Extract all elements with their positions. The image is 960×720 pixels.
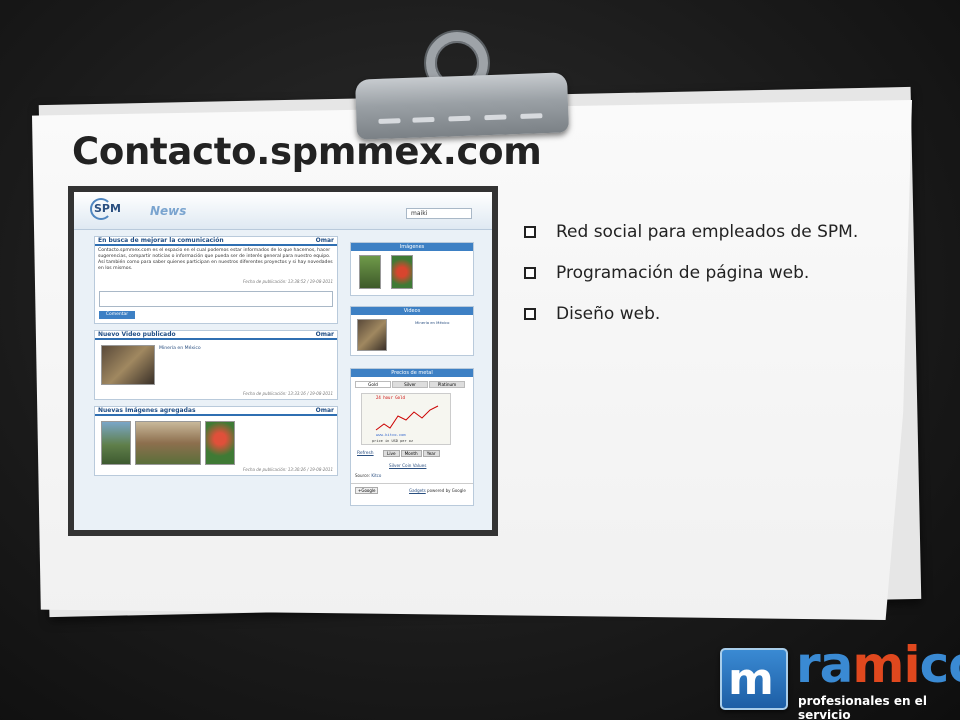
range-year-button[interactable]: Year (422, 450, 440, 457)
image-thumbnail[interactable] (101, 421, 131, 465)
site-search-value: maiki (411, 210, 428, 217)
slide-title: Contacto.spmmex.com (72, 130, 542, 173)
gadgets-line: Gadgets powered by Google (409, 488, 466, 493)
wordmark-part: mi (852, 636, 920, 694)
bullet-text: Programación de página web. (556, 263, 810, 283)
bullet-item: Programación de página web. (522, 261, 862, 285)
powered-by-text: powered by Google (427, 488, 466, 493)
post-card: Nuevas Imágenes agregadas Omar Fecha de … (94, 406, 338, 476)
add-to-google-button[interactable]: +Google (355, 487, 379, 494)
divider (351, 483, 473, 484)
chart-source: www.kitco.com (376, 432, 406, 437)
coin-values-link[interactable]: Silver Coin Values (389, 463, 426, 468)
square-bullet-icon (524, 226, 536, 238)
images-widget: Imágenes (350, 242, 474, 296)
range-month-button[interactable]: Month (400, 450, 422, 457)
source-label: Source: (355, 473, 371, 478)
site-section-title: News (150, 204, 187, 218)
videos-widget: Videos Minería en México (350, 306, 474, 356)
bullet-text: Diseño web. (556, 304, 661, 324)
video-thumbnail[interactable] (357, 319, 387, 351)
images-widget-title: Imágenes (351, 243, 473, 251)
post-title[interactable]: Nuevo Video publicado (98, 331, 176, 338)
metal-prices-widget: Precios de metal Gold Silver Platinum 24… (350, 368, 474, 506)
image-thumbnail[interactable] (205, 421, 235, 465)
image-thumbnail[interactable] (359, 255, 381, 289)
refresh-link[interactable]: Refresh (357, 451, 374, 456)
image-thumbnail[interactable] (391, 255, 413, 289)
post-header: Nuevas Imágenes agregadas Omar (95, 407, 337, 416)
ramico-logo-mark: m (720, 648, 788, 710)
post-card: En busca de mejorar la comunicación Omar… (94, 236, 338, 324)
comment-textarea[interactable] (99, 291, 333, 307)
tab-platinum[interactable]: Platinum (429, 381, 465, 388)
site-search-input[interactable]: maiki (406, 208, 472, 219)
gadgets-link[interactable]: Gadgets (409, 488, 426, 493)
video-thumbnail[interactable] (101, 345, 155, 385)
bullet-list: Red social para empleados de SPM. Progra… (522, 220, 862, 343)
bullet-text: Red social para empleados de SPM. (556, 222, 859, 242)
logo-mark-letter: m (728, 654, 774, 705)
post-date: Fecha de publicación: 13:33:16 / 19-08-2… (243, 391, 333, 396)
wordmark-part: ra (796, 636, 853, 694)
post-card: Nuevo Video publicado Omar Minería en Mé… (94, 330, 338, 400)
gold-price-chart: 24 hour Gold www.kitco.com price in USD … (361, 393, 451, 445)
post-author[interactable]: Omar (316, 407, 334, 414)
chart-unit: price in USD per oz (372, 439, 414, 443)
range-live-button[interactable]: Live (383, 450, 400, 457)
wordmark-part: co (919, 636, 960, 694)
bullet-item: Red social para empleados de SPM. (522, 220, 862, 244)
tab-silver[interactable]: Silver (392, 381, 428, 388)
post-author[interactable]: Omar (316, 331, 334, 338)
tab-gold[interactable]: Gold (355, 381, 391, 388)
post-header: En busca de mejorar la comunicación Omar (95, 237, 337, 246)
website-canvas: SPM News maiki En busca de mejorar la co… (74, 192, 492, 530)
image-thumbnail[interactable] (135, 421, 201, 465)
bullet-item: Diseño web. (522, 302, 862, 326)
source-link[interactable]: Kitco (371, 473, 381, 478)
post-body: Contacto.spmmex.com es el espacio en el … (98, 248, 333, 271)
comment-button[interactable]: Comentar (99, 311, 135, 319)
source-line: Source: Kitco (355, 473, 381, 478)
ramico-wordmark: ramico (796, 636, 960, 694)
post-title[interactable]: En busca de mejorar la comunicación (98, 237, 224, 244)
range-buttons: Live Month Year (383, 450, 440, 457)
post-date: Fecha de publicación: 13:30:26 / 19-08-2… (243, 467, 333, 472)
brand-tagline: profesionales en el servicio (798, 694, 927, 720)
post-header: Nuevo Video publicado Omar (95, 331, 337, 340)
website-screenshot: SPM News maiki En busca de mejorar la co… (68, 186, 498, 536)
video-caption[interactable]: Minería en México (415, 320, 449, 325)
metal-tabs: Gold Silver Platinum (355, 381, 465, 388)
post-title[interactable]: Nuevas Imágenes agregadas (98, 407, 196, 414)
square-bullet-icon (524, 308, 536, 320)
video-caption[interactable]: Minería en México (159, 346, 201, 351)
site-header: SPM News maiki (74, 192, 492, 230)
site-logo: SPM (94, 202, 121, 215)
post-author[interactable]: Omar (316, 237, 334, 244)
videos-widget-title: Videos (351, 307, 473, 315)
square-bullet-icon (524, 267, 536, 279)
metal-widget-title: Precios de metal (351, 369, 473, 377)
post-date: Fecha de publicación: 13:38:52 / 19-08-2… (243, 279, 333, 284)
